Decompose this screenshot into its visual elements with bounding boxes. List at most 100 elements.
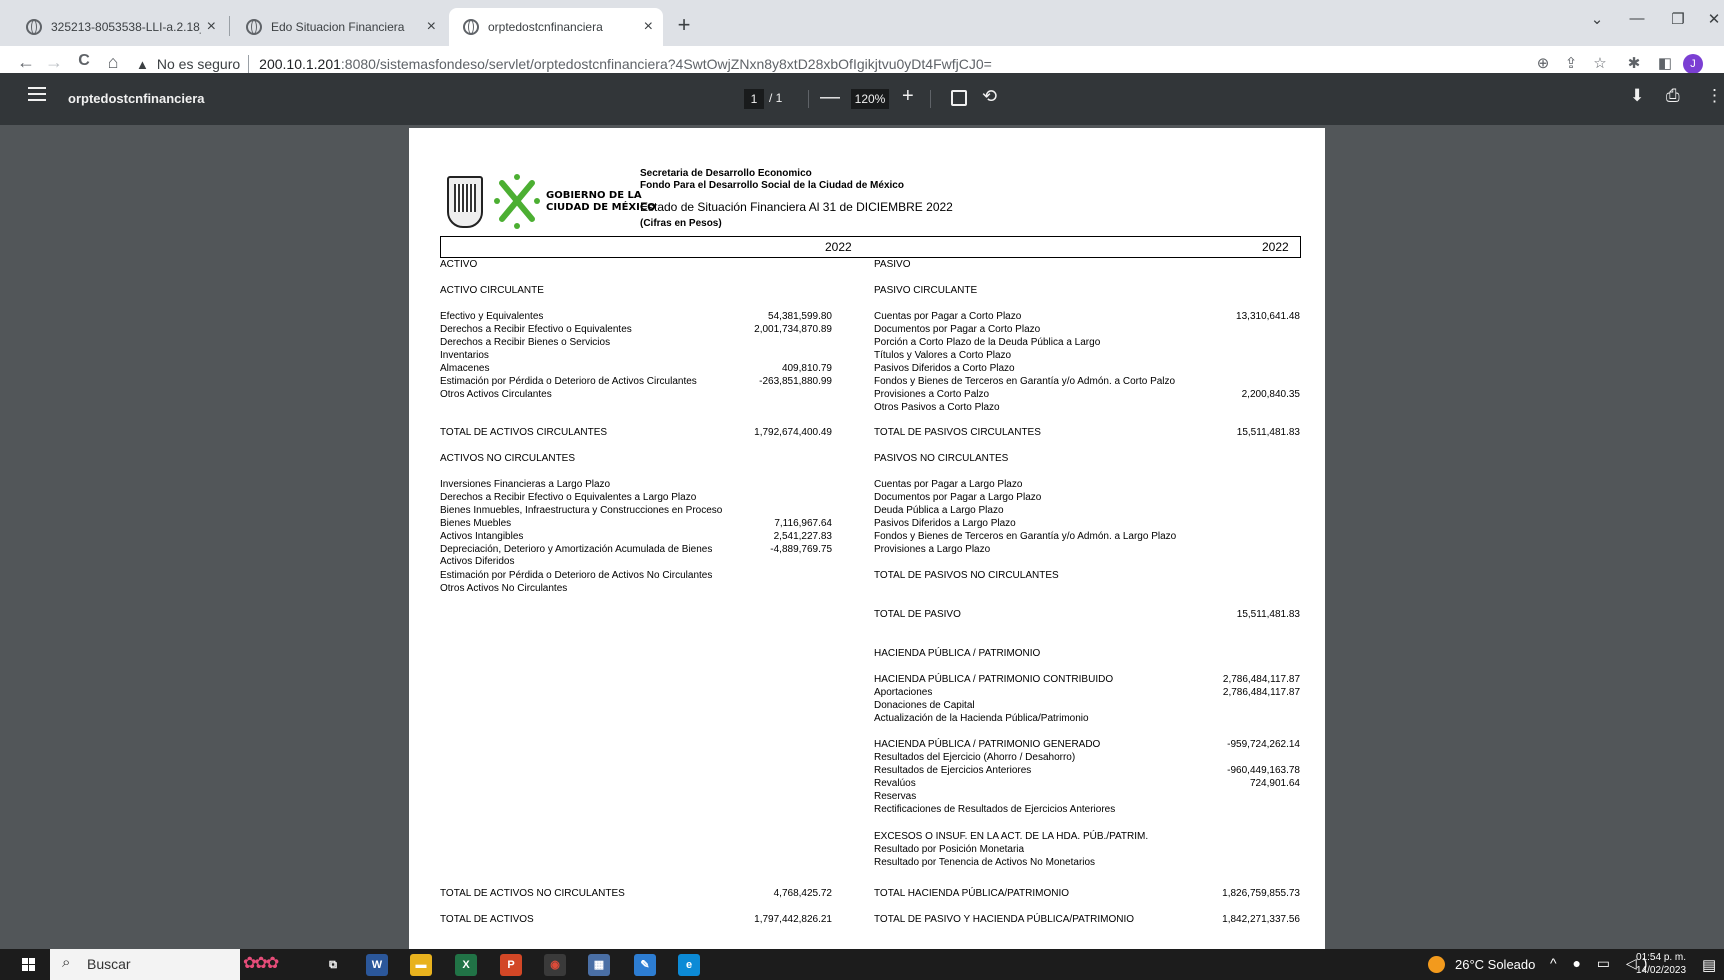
row-label: Rectificaciones de Resultados de Ejercic… (874, 804, 1116, 815)
url-host: 200.10.1.201 (259, 56, 341, 72)
close-icon[interactable]: × (427, 18, 436, 36)
row-label: Estimación por Pérdida o Deterioro de Ac… (440, 570, 713, 581)
tab-3-active[interactable]: orptedostcnfinanciera × (449, 8, 663, 46)
row-label: Resultados de Ejercicios Anteriores (874, 765, 1032, 776)
sticky-notes-icon[interactable]: ✎ (634, 954, 656, 976)
forward-button[interactable]: → (43, 52, 65, 73)
fit-page-icon[interactable] (951, 90, 967, 106)
excel-icon[interactable]: X (455, 954, 477, 976)
report-units: (Cifras en Pesos) (640, 218, 722, 229)
print-icon[interactable]: ⎙ (1666, 86, 1680, 106)
pdf-viewport[interactable]: GOBIERNO DE LA CIUDAD DE MÉXICO Secretar… (0, 125, 1724, 949)
security-label[interactable]: No es seguro (157, 56, 240, 72)
chrome-icon[interactable]: ◉ (544, 954, 566, 976)
back-button[interactable]: ← (15, 52, 37, 73)
profile-avatar[interactable]: J (1683, 54, 1703, 74)
row-label: EXCESOS O INSUF. EN LA ACT. DE LA HDA. P… (874, 831, 1149, 842)
row-value: 724,901.64 (1249, 778, 1300, 789)
notification-icon[interactable]: ▤ (1702, 956, 1716, 974)
row-label: Bienes Muebles (440, 518, 512, 529)
zoom-input[interactable]: 120% (851, 89, 889, 109)
more-options-icon[interactable]: ⋮ (1706, 86, 1723, 106)
zoom-icon[interactable]: ⊕ (1532, 54, 1554, 72)
row-label: Otros Activos No Circulantes (440, 583, 568, 594)
section-hacienda: HACIENDA PÚBLICA / PATRIMONIO (874, 648, 1041, 659)
row-label: Revalúos (874, 778, 916, 789)
row-value: 54,381,599.80 (768, 311, 832, 322)
restore-button[interactable]: ❐ (1666, 10, 1690, 28)
tab-separator (229, 16, 230, 36)
row-label: Fondos y Bienes de Terceros en Garantía … (874, 376, 1176, 387)
clock-time: 01:54 p. m. (1636, 952, 1687, 963)
row-value: -960,449,163.78 (1227, 765, 1300, 776)
bookmark-star-icon[interactable]: ☆ (1589, 54, 1611, 72)
weather-widget[interactable]: 26°C Soleado (1455, 957, 1535, 972)
row-label: Resultados del Ejercicio (Ahorro / Desah… (874, 752, 1076, 763)
close-icon[interactable]: × (207, 18, 216, 36)
zoom-in-button[interactable]: + (902, 85, 914, 108)
calculator-icon[interactable]: ▦ (588, 954, 610, 976)
row-label: Derechos a Recibir Efectivo o Equivalent… (440, 324, 632, 335)
row-label: Cuentas por Pagar a Corto Plazo (874, 311, 1022, 322)
row-value: 2,786,484,117.87 (1222, 687, 1300, 698)
row-label: Documentos por Pagar a Corto Plazo (874, 324, 1041, 335)
clock[interactable]: 01:54 p. m. 14/02/2023 (1636, 951, 1686, 977)
total-label: TOTAL DE ACTIVOS (440, 914, 534, 925)
total-label: TOTAL HACIENDA PÚBLICA/PATRIMONIO (874, 888, 1070, 899)
cdmx-shield-logo (447, 176, 483, 228)
total-value: 1,842,271,337.56 (1222, 914, 1300, 925)
row-label: Depreciación, Deterioro y Amortización A… (440, 544, 713, 555)
page-number-input[interactable]: 1 (744, 89, 764, 109)
home-button[interactable]: ⌂ (102, 52, 124, 73)
windows-start-icon[interactable] (22, 958, 36, 972)
extensions-icon[interactable]: ✱ (1623, 54, 1645, 72)
row-value: -263,851,880.99 (759, 376, 832, 387)
search-icon: ⌕ (62, 954, 71, 971)
edge-icon[interactable]: e (678, 954, 700, 976)
side-panel-icon[interactable]: ◧ (1654, 54, 1676, 72)
sun-icon (1428, 956, 1445, 973)
year-right: 2022 (1262, 240, 1289, 254)
pdf-title: orptedostcnfinanciera (68, 91, 205, 106)
row-label: Derechos a Recibir Bienes o Servicios (440, 337, 611, 348)
zoom-out-button[interactable]: — (820, 86, 840, 109)
rotate-icon[interactable]: ⟲ (982, 86, 997, 107)
new-tab-button[interactable]: + (670, 12, 698, 38)
pdf-toolbar: orptedostcnfinanciera 1 / 1 — 120% + ⟲ ⬇… (0, 73, 1724, 125)
warning-icon: ▲ (136, 56, 149, 72)
page-total: / 1 (769, 91, 783, 105)
close-icon[interactable]: × (644, 18, 653, 36)
row-label: Almacenes (440, 363, 490, 374)
row-value: 2,200,840.35 (1241, 389, 1300, 400)
menu-icon[interactable] (28, 87, 46, 105)
file-explorer-icon[interactable]: ▬ (410, 954, 432, 976)
reload-button[interactable]: C (73, 52, 95, 70)
row-label: Estimación por Pérdida o Deterioro de Ac… (440, 376, 697, 387)
clock-date: 14/02/2023 (1636, 965, 1687, 976)
section-pasivos-no-circulantes: PASIVOS NO CIRCULANTES (874, 453, 1009, 464)
share-icon[interactable]: ⇪ (1560, 54, 1582, 72)
powerpoint-icon[interactable]: P (500, 954, 522, 976)
row-label: Inversiones Financieras a Largo Plazo (440, 479, 611, 490)
download-icon[interactable]: ⬇ (1630, 86, 1644, 106)
total-label: TOTAL DE ACTIVOS CIRCULANTES (440, 427, 608, 438)
row-label: Fondos y Bienes de Terceros en Garantía … (874, 531, 1177, 542)
task-view-icon[interactable]: ⧉ (322, 954, 344, 976)
section-activos-no-circulantes: ACTIVOS NO CIRCULANTES (440, 453, 576, 464)
row-label: Títulos y Valores a Corto Plazo (874, 350, 1012, 361)
row-value: 2,541,227.83 (773, 531, 832, 542)
row-value: -4,889,769.75 (770, 544, 832, 555)
total-label: TOTAL DE PASIVO Y HACIENDA PÚBLICA/PATRI… (874, 914, 1135, 925)
search-placeholder: Buscar (87, 956, 131, 972)
close-window-button[interactable]: ✕ (1702, 10, 1724, 28)
browser-tab-strip: 325213-8053538-LLI-a.2.18_2t20 × Edo Sit… (0, 0, 1724, 46)
word-icon[interactable]: W (366, 954, 388, 976)
row-label: Cuentas por Pagar a Largo Plazo (874, 479, 1023, 490)
row-value: 7,116,967.64 (774, 518, 832, 529)
row-label: Otros Activos Circulantes (440, 389, 552, 400)
taskbar-search-input[interactable]: ⌕ Buscar (50, 949, 240, 980)
minimize-button[interactable]: — (1625, 10, 1649, 27)
tab-2[interactable]: Edo Situacion Financiera × (232, 8, 446, 46)
tab-1[interactable]: 325213-8053538-LLI-a.2.18_2t20 × (12, 8, 226, 46)
tab-search-dropdown-icon[interactable]: ⌄ (1585, 10, 1609, 28)
